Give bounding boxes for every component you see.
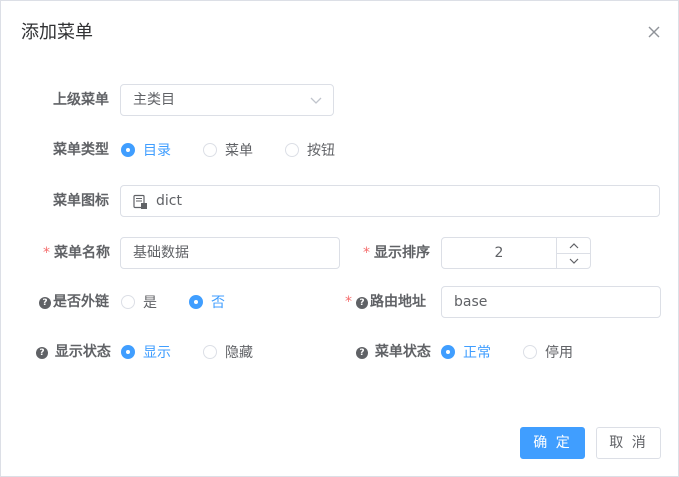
sort-order-stepper[interactable]: 2 bbox=[441, 237, 591, 269]
menu-status-radio-normal[interactable]: 正常 bbox=[441, 336, 491, 368]
status-row: ? 显示状态 显示 隐藏 ? 菜单状态 正常 停用 bbox=[1, 336, 678, 368]
route-path-value: base bbox=[454, 294, 488, 310]
radio-dot bbox=[203, 143, 217, 157]
menu-type-radio-menu[interactable]: 菜单 bbox=[203, 134, 253, 166]
required-mark: * bbox=[363, 245, 370, 261]
chevron-down-icon bbox=[310, 97, 322, 104]
parent-menu-value: 主类目 bbox=[133, 92, 175, 108]
radio-label: 按钮 bbox=[307, 143, 335, 159]
radio-label: 菜单 bbox=[225, 143, 253, 159]
question-icon[interactable]: ? bbox=[356, 347, 368, 359]
radio-dot bbox=[189, 295, 203, 309]
menu-status-radio-disabled[interactable]: 停用 bbox=[523, 336, 573, 368]
menu-icon-value: dict bbox=[156, 193, 182, 209]
menu-icon-row: 菜单图标 dict bbox=[1, 185, 678, 217]
menu-type-label: 菜单类型 bbox=[53, 142, 109, 158]
is-external-label: ? 是否外链 bbox=[39, 286, 109, 318]
menu-type-row: 菜单类型 目录 菜单 按钮 bbox=[1, 134, 678, 166]
route-path-label-text: 路由地址 bbox=[370, 294, 426, 310]
menu-name-label: * 菜单名称 bbox=[43, 237, 110, 269]
parent-menu-label: 上级菜单 bbox=[53, 92, 109, 108]
dialog-title: 添加菜单 bbox=[21, 22, 93, 43]
menu-icon-input[interactable]: dict bbox=[120, 185, 660, 217]
stepper-controls bbox=[556, 238, 590, 268]
chevron-up-icon bbox=[569, 242, 578, 248]
route-path-label: *? 路由地址 bbox=[345, 286, 426, 318]
parent-menu-row: 上级菜单 主类目 bbox=[1, 84, 678, 116]
menu-name-row: * 菜单名称 基础数据 * 显示排序 2 bbox=[1, 237, 678, 269]
radio-dot bbox=[441, 345, 455, 359]
menu-status-label: ? 菜单状态 bbox=[356, 336, 431, 368]
menu-icon-label: 菜单图标 bbox=[53, 193, 109, 209]
display-status-label-text: 显示状态 bbox=[54, 344, 111, 360]
question-icon[interactable]: ? bbox=[39, 297, 51, 309]
display-status-radio-hide[interactable]: 隐藏 bbox=[203, 336, 253, 368]
radio-label: 正常 bbox=[463, 345, 491, 361]
radio-dot bbox=[203, 345, 217, 359]
route-path-input[interactable]: base bbox=[441, 286, 661, 318]
menu-name-input[interactable]: 基础数据 bbox=[120, 237, 340, 269]
confirm-button[interactable]: 确 定 bbox=[520, 427, 585, 459]
is-external-label-text: 是否外链 bbox=[53, 294, 109, 310]
parent-menu-select[interactable]: 主类目 bbox=[120, 84, 334, 116]
menu-type-radio-button[interactable]: 按钮 bbox=[285, 134, 335, 166]
display-status-label: ? 显示状态 bbox=[36, 336, 111, 368]
add-menu-dialog: 添加菜单 上级菜单 主类目 菜单类型 目录 菜单 按钮 菜单图标 dict * … bbox=[0, 0, 679, 477]
close-icon[interactable] bbox=[645, 23, 663, 41]
sort-order-value: 2 bbox=[494, 245, 504, 261]
radio-label: 目录 bbox=[143, 143, 171, 159]
radio-dot bbox=[523, 345, 537, 359]
required-mark: * bbox=[43, 245, 50, 261]
radio-label: 停用 bbox=[545, 345, 573, 361]
required-mark: * bbox=[345, 294, 352, 310]
is-external-radio-yes[interactable]: 是 bbox=[121, 286, 157, 318]
question-icon[interactable]: ? bbox=[36, 347, 48, 359]
radio-label: 是 bbox=[143, 295, 157, 311]
cancel-button[interactable]: 取 消 bbox=[596, 427, 661, 459]
radio-dot bbox=[285, 143, 299, 157]
is-external-radio-no[interactable]: 否 bbox=[189, 286, 225, 318]
external-link-row: ? 是否外链 是 否 *? 路由地址 base bbox=[1, 286, 678, 318]
sort-order-label-text: 显示排序 bbox=[374, 245, 430, 261]
radio-dot bbox=[121, 345, 135, 359]
chevron-down-icon bbox=[569, 258, 578, 264]
sort-order-label: * 显示排序 bbox=[363, 237, 430, 269]
menu-name-value: 基础数据 bbox=[133, 245, 189, 261]
increase-button[interactable] bbox=[557, 238, 590, 254]
display-status-radio-show[interactable]: 显示 bbox=[121, 336, 171, 368]
radio-label: 否 bbox=[211, 295, 225, 311]
question-icon[interactable]: ? bbox=[356, 297, 368, 309]
decrease-button[interactable] bbox=[557, 253, 590, 268]
radio-dot bbox=[121, 143, 135, 157]
dict-icon bbox=[133, 194, 147, 209]
menu-name-label-text: 菜单名称 bbox=[54, 245, 110, 261]
menu-type-radio-directory[interactable]: 目录 bbox=[121, 134, 171, 166]
radio-label: 隐藏 bbox=[225, 345, 253, 361]
radio-dot bbox=[121, 295, 135, 309]
menu-status-label-text: 菜单状态 bbox=[374, 344, 431, 360]
radio-label: 显示 bbox=[143, 345, 171, 361]
